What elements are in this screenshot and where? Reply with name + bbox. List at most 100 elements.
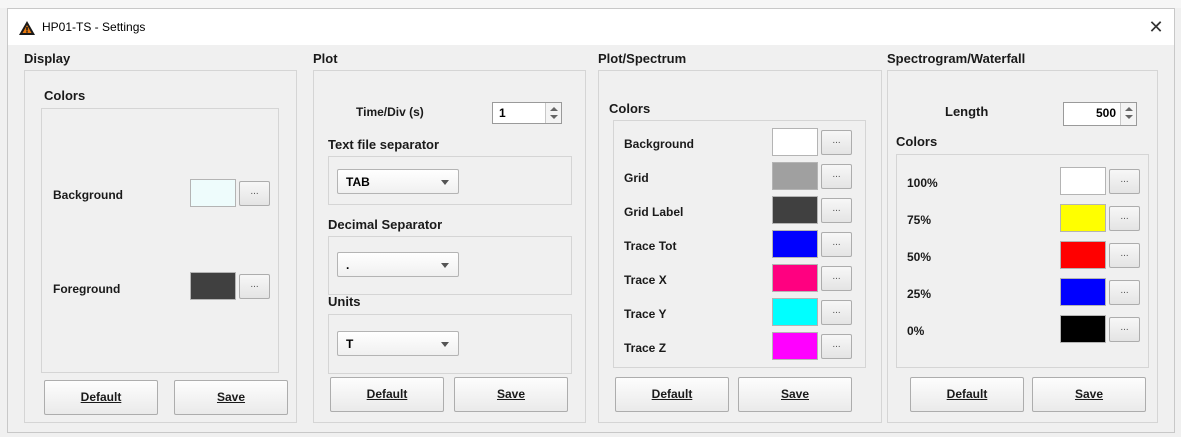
spectrogram-section-title: Spectrogram/Waterfall — [887, 51, 1026, 66]
plot-default-button[interactable]: Default — [330, 377, 444, 412]
display-colors-box: Background ... Foreground ... — [41, 108, 279, 373]
display-background-label: Background — [53, 188, 124, 202]
spectrum-trace-y-picker-button[interactable]: ... — [821, 300, 852, 325]
spectrum-trace-z-picker-button[interactable]: ... — [821, 334, 852, 359]
display-foreground-swatch[interactable] — [190, 272, 236, 300]
length-label: Length — [945, 104, 989, 119]
spectrogram-25-swatch[interactable] — [1060, 278, 1106, 306]
spectrum-colors-label: Colors — [609, 101, 651, 116]
chevron-down-icon — [441, 263, 449, 268]
text-separator-select[interactable]: TAB — [337, 169, 459, 194]
chevron-down-icon — [441, 180, 449, 185]
spectrum-trace-tot-picker-button[interactable]: ... — [821, 232, 852, 257]
text-separator-value: TAB — [346, 175, 370, 189]
spin-down-icon — [550, 115, 558, 119]
spectrum-trace-y-swatch[interactable] — [772, 298, 818, 326]
spectrogram-50-picker-button[interactable]: ... — [1109, 243, 1140, 268]
text-separator-label: Text file separator — [328, 137, 440, 152]
spectrogram-panel: Length 500 Colors 100% ... 75% ... 50% .… — [887, 70, 1158, 423]
spectrum-trace-z-swatch[interactable] — [772, 332, 818, 360]
spectrum-row-label: Trace Z — [624, 341, 667, 355]
spectrogram-75-swatch[interactable] — [1060, 204, 1106, 232]
spectrogram-row-label: 100% — [907, 176, 938, 190]
display-save-label: Save — [216, 390, 246, 404]
spectrum-background-swatch[interactable] — [772, 128, 818, 156]
timediv-label: Time/Div (s) — [356, 105, 424, 119]
title-bar: HP01-TS - Settings ✕ — [8, 9, 1174, 45]
spectrum-default-button[interactable]: Default — [615, 377, 729, 412]
spectrogram-row-label: 25% — [907, 287, 932, 301]
spectrum-trace-tot-swatch[interactable] — [772, 230, 818, 258]
background-strip — [0, 0, 1181, 8]
display-foreground-label: Foreground — [53, 282, 121, 296]
spin-down-icon — [1125, 115, 1133, 119]
decimal-separator-value: . — [346, 258, 350, 272]
window-title: HP01-TS - Settings — [42, 20, 146, 34]
spectrogram-row-label: 50% — [907, 250, 932, 264]
spectrum-default-label: Default — [651, 387, 693, 401]
spectrogram-25-picker-button[interactable]: ... — [1109, 280, 1140, 305]
spectrum-save-label: Save — [780, 387, 810, 401]
text-separator-box: TAB — [328, 156, 572, 205]
spectrogram-save-label: Save — [1074, 387, 1104, 401]
display-foreground-picker-button[interactable]: ... — [239, 274, 270, 299]
spectrogram-save-button[interactable]: Save — [1032, 377, 1146, 412]
spectrogram-0-picker-button[interactable]: ... — [1109, 317, 1140, 342]
spectrum-trace-x-picker-button[interactable]: ... — [821, 266, 852, 291]
spectrogram-100-swatch[interactable] — [1060, 167, 1106, 195]
length-value: 500 — [1095, 106, 1116, 120]
display-default-button[interactable]: Default — [44, 380, 158, 415]
spectrum-grid-swatch[interactable] — [772, 162, 818, 190]
chevron-down-icon — [441, 342, 449, 347]
settings-window: HP01-TS - Settings ✕ Display Colors Back… — [7, 8, 1175, 433]
decimal-separator-label: Decimal Separator — [328, 217, 443, 232]
spectrum-trace-x-swatch[interactable] — [772, 264, 818, 292]
spectrum-row-label: Grid Label — [624, 205, 684, 219]
spectrum-row-label: Background — [624, 137, 695, 151]
spectrogram-100-picker-button[interactable]: ... — [1109, 169, 1140, 194]
spectrogram-default-button[interactable]: Default — [910, 377, 1024, 412]
display-colors-label: Colors — [44, 88, 86, 103]
units-value: T — [346, 337, 354, 351]
plot-save-button[interactable]: Save — [454, 377, 568, 412]
display-save-button[interactable]: Save — [174, 380, 288, 415]
spectrum-grid-picker-button[interactable]: ... — [821, 164, 852, 189]
timediv-value: 1 — [499, 106, 506, 120]
spectrum-background-picker-button[interactable]: ... — [821, 130, 852, 155]
spectrogram-colors-label: Colors — [896, 134, 938, 149]
plot-default-label: Default — [366, 387, 408, 401]
units-select[interactable]: T — [337, 331, 459, 356]
spectrum-grid-label-picker-button[interactable]: ... — [821, 198, 852, 223]
units-label: Units — [328, 294, 361, 309]
spectrogram-default-label: Default — [946, 387, 988, 401]
spectrogram-row-label: 75% — [907, 213, 932, 227]
timediv-spinner[interactable]: 1 — [492, 102, 562, 124]
spectrogram-0-swatch[interactable] — [1060, 315, 1106, 343]
display-section-title: Display — [24, 51, 71, 66]
warning-triangle-app-icon — [19, 21, 35, 35]
spin-up-icon — [1125, 107, 1133, 111]
spectrum-save-button[interactable]: Save — [738, 377, 852, 412]
plot-panel: Time/Div (s) 1 Text file separator TAB D… — [313, 70, 586, 423]
spectrum-colors-box: Background ... Grid ... Grid Label ... T… — [613, 120, 866, 368]
display-default-label: Default — [80, 390, 122, 404]
spectrogram-50-swatch[interactable] — [1060, 241, 1106, 269]
length-spin-buttons[interactable] — [1120, 103, 1136, 125]
timediv-spin-buttons[interactable] — [545, 103, 561, 123]
length-spinner[interactable]: 500 — [1063, 102, 1137, 126]
spectrogram-colors-box: 100% ... 75% ... 50% ... 25% ... 0% ... — [896, 154, 1149, 368]
display-background-picker-button[interactable]: ... — [239, 181, 270, 206]
display-background-swatch[interactable] — [190, 179, 236, 207]
units-box: T — [328, 314, 572, 374]
spectrum-panel: Colors Background ... Grid ... Grid Labe… — [598, 70, 882, 423]
spin-up-icon — [550, 107, 558, 111]
spectrum-row-label: Grid — [624, 171, 649, 185]
spectrogram-75-picker-button[interactable]: ... — [1109, 206, 1140, 231]
decimal-separator-select[interactable]: . — [337, 252, 459, 277]
spectrum-row-label: Trace Y — [624, 307, 667, 321]
spectrogram-row-label: 0% — [907, 324, 925, 338]
close-icon[interactable]: ✕ — [1144, 15, 1168, 39]
decimal-separator-box: . — [328, 236, 572, 295]
spectrum-row-label: Trace X — [624, 273, 667, 287]
spectrum-grid-label-swatch[interactable] — [772, 196, 818, 224]
